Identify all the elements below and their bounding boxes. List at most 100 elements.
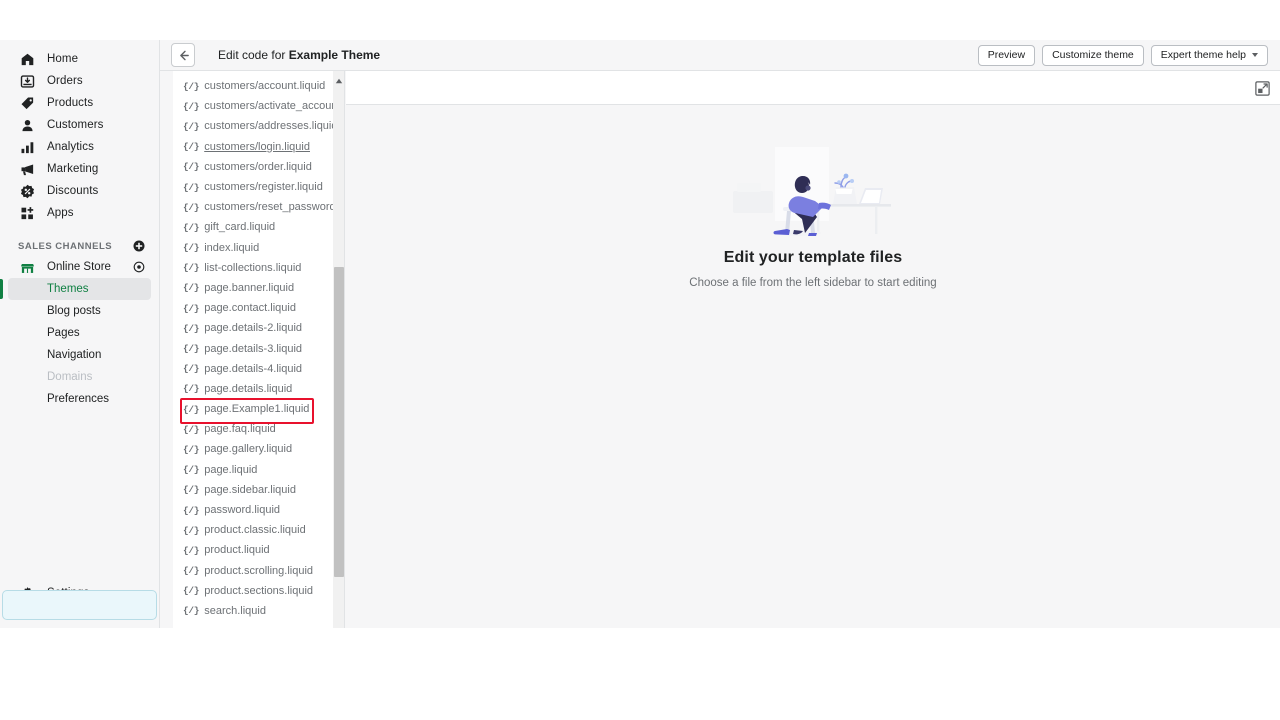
sidebar-item-label: Preferences	[47, 393, 110, 405]
file-list-item[interactable]: {/} page.details.liquid	[173, 379, 344, 399]
sidebar-item-label: Apps	[47, 207, 74, 219]
left-navigation-sidebar: Home Orders Products Customers Analytics Mark…	[0, 40, 160, 628]
file-list-item[interactable]: {/} page.Example1.liquid	[173, 397, 344, 425]
template-file-list: {/} customers/account.liquid {/} customers/…	[173, 71, 344, 621]
file-list-item[interactable]: {/} page.contact.liquid	[173, 298, 344, 318]
button-label: Preview	[987, 49, 1026, 61]
file-list-item[interactable]: {/} page.banner.liquid	[173, 278, 344, 298]
scrollbar-thumb[interactable]	[334, 267, 344, 577]
sidebar-item-analytics[interactable]: Analytics	[8, 136, 151, 158]
sidebar-item-orders[interactable]: Orders	[8, 70, 151, 92]
liquid-file-icon: {/}	[183, 201, 200, 213]
page-title: Edit code for Example Theme	[218, 48, 380, 62]
file-name: customers/addresses.liquid	[204, 120, 338, 133]
sidebar-item-label: Themes	[47, 283, 89, 295]
sidebar-item-blog-posts[interactable]: Blog posts	[8, 300, 151, 322]
sidebar-item-label: Blog posts	[47, 305, 101, 317]
file-name: page.details-4.liquid	[204, 362, 303, 375]
file-list-item[interactable]: {/} product.liquid	[173, 540, 344, 560]
online-store-label: Online Store	[47, 261, 111, 273]
sidebar-item-preferences[interactable]: Preferences	[8, 388, 151, 410]
empty-state-title: Edit your template files	[723, 249, 903, 266]
person-at-desk-illustration	[733, 147, 891, 236]
template-file-list-panel: {/} customers/account.liquid {/} customers/…	[173, 71, 345, 628]
liquid-file-icon: {/}	[183, 343, 200, 355]
customize-theme-button[interactable]: Customize theme	[1042, 44, 1144, 66]
file-list-item[interactable]: {/} page.sidebar.liquid	[173, 480, 344, 500]
online-store-sub-nav: Themes Blog posts Pages Navigation Domains Pr…	[0, 278, 159, 410]
liquid-file-icon: {/}	[183, 484, 200, 496]
file-list-item[interactable]: {/} customers/account.liquid	[173, 76, 344, 96]
file-list-item[interactable]: {/} product.scrolling.liquid	[173, 561, 344, 581]
sidebar-item-apps[interactable]: Apps	[8, 202, 151, 224]
file-list-item[interactable]: {/} page.gallery.liquid	[173, 439, 344, 459]
file-list-item[interactable]: {/} product.classic.liquid	[173, 520, 344, 540]
file-list-item[interactable]: {/} page.details-2.liquid	[173, 318, 344, 338]
file-name: list-collections.liquid	[204, 261, 302, 274]
expert-theme-help-button[interactable]: Expert theme help	[1150, 44, 1268, 66]
file-name: page.faq.liquid	[204, 423, 276, 436]
file-name: page.details-3.liquid	[204, 342, 303, 355]
file-list-item[interactable]: {/} customers/order.liquid	[173, 157, 344, 177]
file-list-item[interactable]: {/} page.details-4.liquid	[173, 359, 344, 379]
file-list-item[interactable]: {/} customers/reset_password.liq	[173, 197, 344, 217]
file-list-item[interactable]: {/} page.liquid	[173, 460, 344, 480]
back-button[interactable]	[171, 43, 195, 67]
sidebar-item-label: Analytics	[47, 141, 94, 153]
liquid-file-icon: {/}	[183, 403, 200, 415]
analytics-bars-icon	[18, 138, 36, 156]
sidebar-item-domains: Domains	[8, 366, 151, 388]
preview-button[interactable]: Preview	[977, 44, 1036, 66]
sidebar-item-online-store[interactable]: Online Store	[8, 256, 151, 278]
liquid-file-icon: {/}	[183, 100, 200, 112]
sidebar-item-themes[interactable]: Themes	[0, 278, 151, 300]
sidebar-item-label: Customers	[47, 119, 104, 131]
sidebar-item-home[interactable]: Home	[8, 48, 151, 70]
empty-state-subtitle: Choose a file from the left sidebar to s…	[689, 277, 937, 289]
sidebar-item-label: Products	[47, 97, 94, 109]
file-list-item[interactable]: {/} search.liquid	[173, 601, 344, 621]
file-list-item[interactable]: {/} list-collections.liquid	[173, 258, 344, 278]
sidebar-item-label: Marketing	[47, 163, 99, 175]
file-list-item[interactable]: {/} password.liquid	[173, 500, 344, 520]
sidebar-item-discounts[interactable]: Discounts	[8, 180, 151, 202]
file-name: customers/register.liquid	[204, 181, 323, 194]
sidebar-item-label: Pages	[47, 327, 80, 339]
liquid-file-icon: {/}	[183, 383, 200, 395]
file-list-item[interactable]: {/} customers/activate_account.li	[173, 96, 344, 116]
file-name: product.scrolling.liquid	[204, 564, 314, 577]
sidebar-item-marketing[interactable]: Marketing	[8, 158, 151, 180]
file-list-item[interactable]: {/} customers/addresses.liquid	[173, 116, 344, 136]
sidebar-item-navigation[interactable]: Navigation	[8, 344, 151, 366]
file-list-item[interactable]: {/} product.sections.liquid	[173, 581, 344, 601]
file-name: page.banner.liquid	[204, 281, 295, 294]
file-list-item[interactable]: {/} page.faq.liquid	[173, 419, 344, 439]
sidebar-item-label: Orders	[47, 75, 83, 87]
empty-state-container: Edit your template files Choose a file f…	[346, 143, 1280, 289]
file-list-item[interactable]: {/} customers/register.liquid	[173, 177, 344, 197]
page-title-prefix: Edit code for	[218, 48, 289, 62]
file-list-item[interactable]: {/} customers/login.liquid	[173, 137, 344, 157]
file-list-item[interactable]: {/} index.liquid	[173, 238, 344, 258]
page-header-bar: Edit code for Example Theme Preview Custo…	[160, 40, 1280, 71]
scroll-up-arrow-icon[interactable]	[333, 75, 345, 86]
liquid-file-icon: {/}	[183, 120, 200, 132]
plus-circle-icon[interactable]	[133, 240, 145, 252]
file-name: page.details.liquid	[204, 382, 293, 395]
sidebar-item-label: Navigation	[47, 349, 102, 361]
sidebar-item-customers[interactable]: Customers	[8, 114, 151, 136]
file-list-item[interactable]: {/} gift_card.liquid	[173, 217, 344, 237]
sidebar-item-products[interactable]: Products	[8, 92, 151, 114]
open-in-new-window-icon[interactable]	[1252, 78, 1272, 98]
liquid-file-icon: {/}	[183, 282, 200, 294]
home-icon	[18, 50, 36, 68]
file-name: search.liquid	[204, 604, 266, 617]
file-name: page.liquid	[204, 463, 258, 476]
sidebar-item-pages[interactable]: Pages	[8, 322, 151, 344]
eye-icon[interactable]	[133, 261, 145, 273]
file-list-item[interactable]: {/} page.details-3.liquid	[173, 338, 344, 358]
sidebar-item-label: Home	[47, 53, 79, 65]
sales-channels-label: SALES CHANNELS	[18, 240, 113, 252]
focused-element-outline[interactable]	[2, 590, 157, 620]
file-list-scrollbar[interactable]	[333, 71, 345, 628]
